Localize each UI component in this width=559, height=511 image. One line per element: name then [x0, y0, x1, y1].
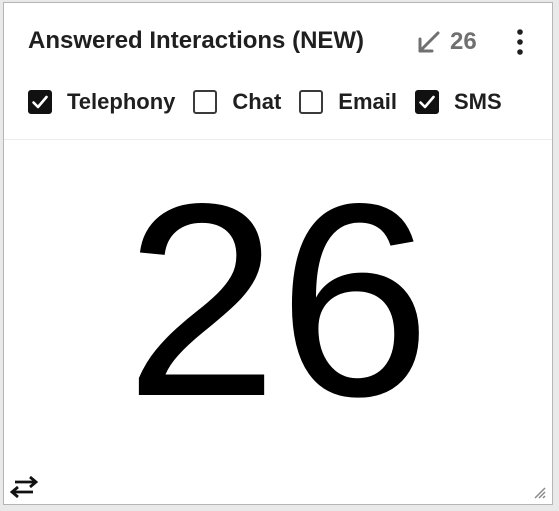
telephony-label: Telephony: [67, 89, 176, 114]
telephony-checkbox[interactable]: [28, 90, 52, 114]
swap-arrows-icon[interactable]: [9, 475, 39, 499]
widget-title: Answered Interactions (NEW): [28, 27, 365, 54]
sms-label: SMS: [453, 89, 502, 114]
email-label: Email: [338, 89, 397, 114]
widget-header: Answered Interactions (NEW) 26 Telephony…: [4, 3, 552, 140]
chat-label: Chat: [232, 89, 282, 114]
resize-handle-icon[interactable]: [532, 485, 546, 499]
checkmark-icon: [419, 95, 435, 109]
filter-chat[interactable]: Chat: [193, 90, 281, 114]
metric-value: 26: [125, 147, 431, 454]
trend-value: 26: [450, 28, 477, 55]
chat-checkbox[interactable]: [193, 90, 218, 114]
filter-sms[interactable]: SMS: [414, 89, 502, 114]
arrow-down-left-icon[interactable]: [414, 29, 442, 57]
channel-filters: Telephony Chat Email SMS: [28, 87, 502, 117]
answered-interactions-widget: Answered Interactions (NEW) 26 Telephony…: [3, 2, 553, 505]
filter-telephony[interactable]: Telephony: [28, 90, 175, 114]
kebab-menu-icon[interactable]: [510, 27, 530, 57]
sms-checkbox[interactable]: [414, 90, 439, 114]
filter-email[interactable]: Email: [299, 90, 397, 114]
email-checkbox[interactable]: [299, 90, 324, 114]
checkmark-icon: [32, 95, 48, 109]
